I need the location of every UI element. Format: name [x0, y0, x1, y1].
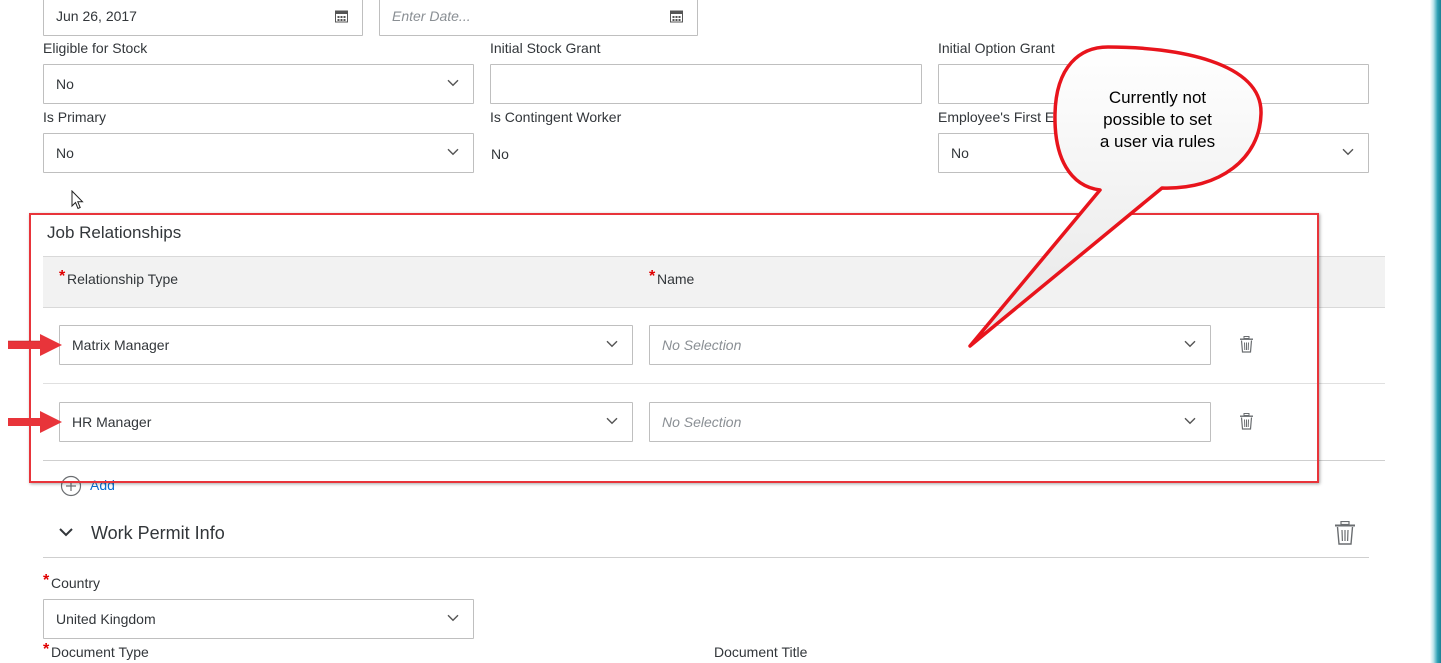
callout-text: Currently not possible to set a user via… — [1075, 87, 1240, 153]
doc-type-label: Document Type — [51, 644, 149, 660]
eligible-stock-value: No — [56, 76, 74, 92]
window-edge-accent — [1430, 0, 1441, 663]
is-primary-value: No — [56, 145, 74, 161]
start-date-field[interactable]: Jun 26, 2017 — [43, 0, 363, 36]
contingent-value: No — [491, 146, 509, 162]
callout-line: a user via rules — [1099, 132, 1216, 151]
chevron-down-icon — [447, 79, 459, 87]
required-mark: * — [43, 641, 50, 658]
is-primary-label: Is Primary — [43, 109, 106, 125]
contingent-label: Is Contingent Worker — [490, 109, 622, 125]
initial-stock-label: Initial Stock Grant — [490, 40, 601, 56]
arrow-pointer-icon — [8, 411, 62, 433]
end-date-field[interactable]: Enter Date... — [379, 0, 698, 36]
eligible-stock-select[interactable]: No — [43, 64, 474, 104]
initial-stock-input[interactable] — [490, 64, 922, 104]
eligible-stock-label: Eligible for Stock — [43, 40, 148, 56]
section-divider — [43, 557, 1369, 558]
doc-title-label: Document Title — [714, 644, 808, 660]
chevron-down-icon — [1342, 148, 1354, 156]
callout-line: possible to set — [1103, 110, 1212, 129]
start-date-value: Jun 26, 2017 — [56, 8, 137, 24]
arrow-pointer-icon — [8, 334, 62, 356]
chevron-down-icon — [447, 614, 459, 622]
required-mark: * — [43, 572, 50, 589]
country-value: United Kingdom — [56, 611, 156, 627]
country-select[interactable]: United Kingdom — [43, 599, 474, 639]
end-date-placeholder: Enter Date... — [392, 8, 471, 24]
mouse-cursor-icon — [71, 190, 84, 210]
calendar-icon[interactable] — [335, 10, 348, 23]
country-label: Country — [51, 575, 101, 591]
is-primary-select[interactable]: No — [43, 133, 474, 173]
calendar-icon[interactable] — [670, 10, 683, 23]
chevron-down-icon[interactable] — [58, 527, 74, 538]
chevron-down-icon — [447, 148, 459, 156]
work-permit-title: Work Permit Info — [91, 523, 225, 543]
trash-icon[interactable] — [1334, 521, 1356, 545]
callout-line: Currently not — [1108, 88, 1207, 107]
